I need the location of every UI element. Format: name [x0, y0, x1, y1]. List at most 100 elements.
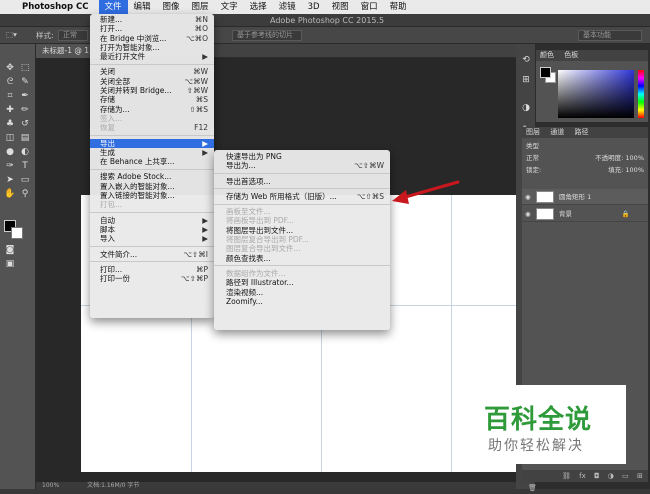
menu-layer[interactable]: 图层 — [186, 0, 215, 14]
file_menu-item[interactable]: 存储为... ⇧⌘S — [90, 105, 214, 114]
tab-swatches[interactable]: 色板 — [564, 51, 578, 59]
file_menu-item[interactable]: 脚本 ▶ — [90, 225, 214, 234]
filter-kind-select[interactable]: 类型 — [526, 142, 539, 150]
eraser-icon[interactable]: ◫ — [3, 132, 17, 144]
menu-help[interactable]: 帮助 — [384, 0, 413, 14]
file_menu-item[interactable]: 打印一份 ⌥⇧⌘P — [90, 274, 214, 283]
file_menu-item[interactable]: 在 Bridge 中浏览... ⌥⌘O — [90, 34, 214, 43]
opacity-field[interactable]: 不透明度: 100% — [595, 153, 644, 163]
menu-filter[interactable]: 滤镜 — [273, 0, 302, 14]
gradient-tool-icon[interactable]: ▤ — [18, 132, 32, 144]
type-tool-icon[interactable]: T — [18, 160, 32, 172]
file_menu-item[interactable]: 关闭并转到 Bridge... ⇧⌘W — [90, 86, 214, 95]
file_menu-item[interactable]: 打开为智能对象... — [90, 43, 214, 52]
group-icon[interactable]: ▭ — [622, 472, 629, 480]
menu-select[interactable]: 选择 — [244, 0, 273, 14]
app-name[interactable]: Photoshop CC — [22, 2, 89, 12]
document-tab[interactable]: 未标题-1 @ 1 — [36, 44, 96, 58]
adjustments-panel-icon[interactable]: ◑ — [519, 102, 533, 114]
dodge-tool-icon[interactable]: ◐ — [18, 146, 32, 158]
file_menu-item[interactable]: 置入链接的智能对象... — [90, 191, 214, 200]
screen-mode-icon[interactable]: ▣ — [3, 258, 17, 270]
tab-channels[interactable]: 通道 — [550, 128, 564, 136]
file_menu-item[interactable]: 关闭全部 ⌥⌘W — [90, 77, 214, 86]
file_menu-item[interactable]: 搜索 Adobe Stock... — [90, 172, 214, 181]
background-color-swatch[interactable] — [11, 227, 23, 239]
blur-tool-icon[interactable]: ● — [3, 146, 17, 158]
menu-file[interactable]: 文件 — [98, 0, 128, 14]
blend-mode-select[interactable]: 正常 — [526, 154, 539, 162]
lasso-tool-icon[interactable]: ᘓ — [3, 76, 17, 88]
healing-brush-icon[interactable]: ✚ — [3, 104, 17, 116]
eye-icon[interactable]: ◉ — [525, 206, 531, 222]
file_menu-item[interactable]: 生成 ▶ — [90, 148, 214, 157]
link-layers-icon[interactable]: ⛓ — [562, 472, 571, 480]
mask-icon[interactable]: ◘ — [594, 472, 600, 480]
move-tool-icon[interactable]: ✥ — [3, 62, 17, 74]
menu-window[interactable]: 窗口 — [355, 0, 384, 14]
export_menu-item[interactable]: 渲染视频... — [214, 288, 390, 297]
file_menu-item[interactable]: 新建... ⌘N — [90, 15, 214, 24]
export_menu-item[interactable]: 快速导出为 PNG — [214, 152, 390, 161]
fill-field[interactable]: 填充: 100% — [608, 165, 644, 175]
file_menu-item[interactable]: 置入嵌入的智能对象... — [90, 182, 214, 191]
history-panel-icon[interactable]: ⟲ — [519, 54, 533, 66]
export_menu-item[interactable]: 颜色查找表... — [214, 254, 390, 263]
export_menu-item[interactable]: 存储为 Web 所用格式（旧版）... ⌥⇧⌘S — [214, 192, 390, 201]
fx-icon[interactable]: fx — [579, 472, 586, 480]
export_menu-item-label: 将图层导出到文件... — [226, 225, 294, 235]
eye-icon[interactable]: ◉ — [525, 189, 531, 205]
hue-slider[interactable] — [638, 70, 644, 118]
pen-tool-icon[interactable]: ✑ — [3, 160, 17, 172]
new-layer-icon[interactable]: ⊞ — [637, 472, 643, 480]
panel-foreground-swatch[interactable] — [540, 67, 551, 78]
file_menu-item[interactable]: 关闭 ⌘W — [90, 67, 214, 76]
tab-color[interactable]: 颜色 — [540, 51, 554, 59]
tab-layers[interactable]: 图层 — [526, 128, 540, 136]
marquee-tool-icon[interactable]: ⬚▾ — [6, 30, 17, 39]
layer-row[interactable]: ◉ 圆角矩形 1 — [522, 189, 648, 205]
file_menu-item[interactable]: 最近打开文件 ▶ — [90, 52, 214, 61]
menu-type[interactable]: 文字 — [215, 0, 244, 14]
crop-tool-icon[interactable]: ⌗ — [3, 90, 17, 102]
zoom-tool-icon[interactable]: ⚲ — [18, 188, 32, 200]
menu-image[interactable]: 图像 — [157, 0, 186, 14]
export_menu-item[interactable]: 导出为... ⌥⇧⌘W — [214, 161, 390, 170]
file_menu-item[interactable]: 打印... ⌘P — [90, 265, 214, 274]
file_menu-item[interactable]: 自动 ▶ — [90, 216, 214, 225]
menu-3d[interactable]: 3D — [302, 0, 326, 14]
file_menu-item[interactable]: 导出 ▶ — [90, 138, 214, 148]
export_menu-item[interactable]: Zoomify... — [214, 297, 390, 306]
marquee-tool-icon[interactable]: ⬚ — [18, 62, 32, 74]
export_menu-item[interactable]: 路径到 Illustrator... — [214, 278, 390, 287]
quick-mask-icon[interactable]: ◙ — [3, 244, 17, 256]
clone-stamp-icon[interactable]: ♣ — [3, 118, 17, 130]
tab-paths[interactable]: 路径 — [574, 128, 588, 136]
doc-size: 文档:1.16M/0 字节 — [87, 482, 140, 489]
brush-tool-icon[interactable]: ✏ — [18, 104, 32, 116]
file_menu-item[interactable]: 导入 ▶ — [90, 234, 214, 243]
eyedropper-icon[interactable]: ✒ — [18, 90, 32, 102]
menu-edit[interactable]: 编辑 — [128, 0, 157, 14]
file_menu-item[interactable]: 文件简介... ⌥⇧⌘I — [90, 250, 214, 259]
export_menu-item: 将图层复合导出到 PDF... — [214, 235, 390, 244]
path-select-icon[interactable]: ➤ — [3, 174, 17, 186]
file_menu-item[interactable]: 在 Behance 上共享... — [90, 157, 214, 166]
quick-select-icon[interactable]: ✎ — [18, 76, 32, 88]
shape-tool-icon[interactable]: ▭ — [18, 174, 32, 186]
menu-view[interactable]: 视图 — [326, 0, 355, 14]
color-spectrum-picker[interactable] — [558, 70, 634, 118]
hand-tool-icon[interactable]: ✋ — [3, 188, 17, 200]
layer-row[interactable]: ◉ 背景 🔒 — [522, 206, 648, 222]
style-select[interactable]: 正常 — [58, 30, 88, 41]
workspace-select[interactable]: 基本功能 — [578, 30, 642, 41]
export_menu-item[interactable]: 将图层导出到文件... — [214, 226, 390, 235]
adjustment-layer-icon[interactable]: ◑ — [608, 472, 614, 480]
file_menu-item[interactable]: 打开... ⌘O — [90, 24, 214, 33]
trash-icon[interactable]: 🗑 — [528, 484, 537, 492]
file_menu-item[interactable]: 存储 ⌘S — [90, 95, 214, 104]
export_menu-item[interactable]: 导出首选项... — [214, 177, 390, 186]
history-brush-icon[interactable]: ↺ — [18, 118, 32, 130]
guide-slices-button[interactable]: 基于参考线的切片 — [232, 30, 302, 41]
properties-panel-icon[interactable]: ⊞ — [519, 74, 533, 86]
